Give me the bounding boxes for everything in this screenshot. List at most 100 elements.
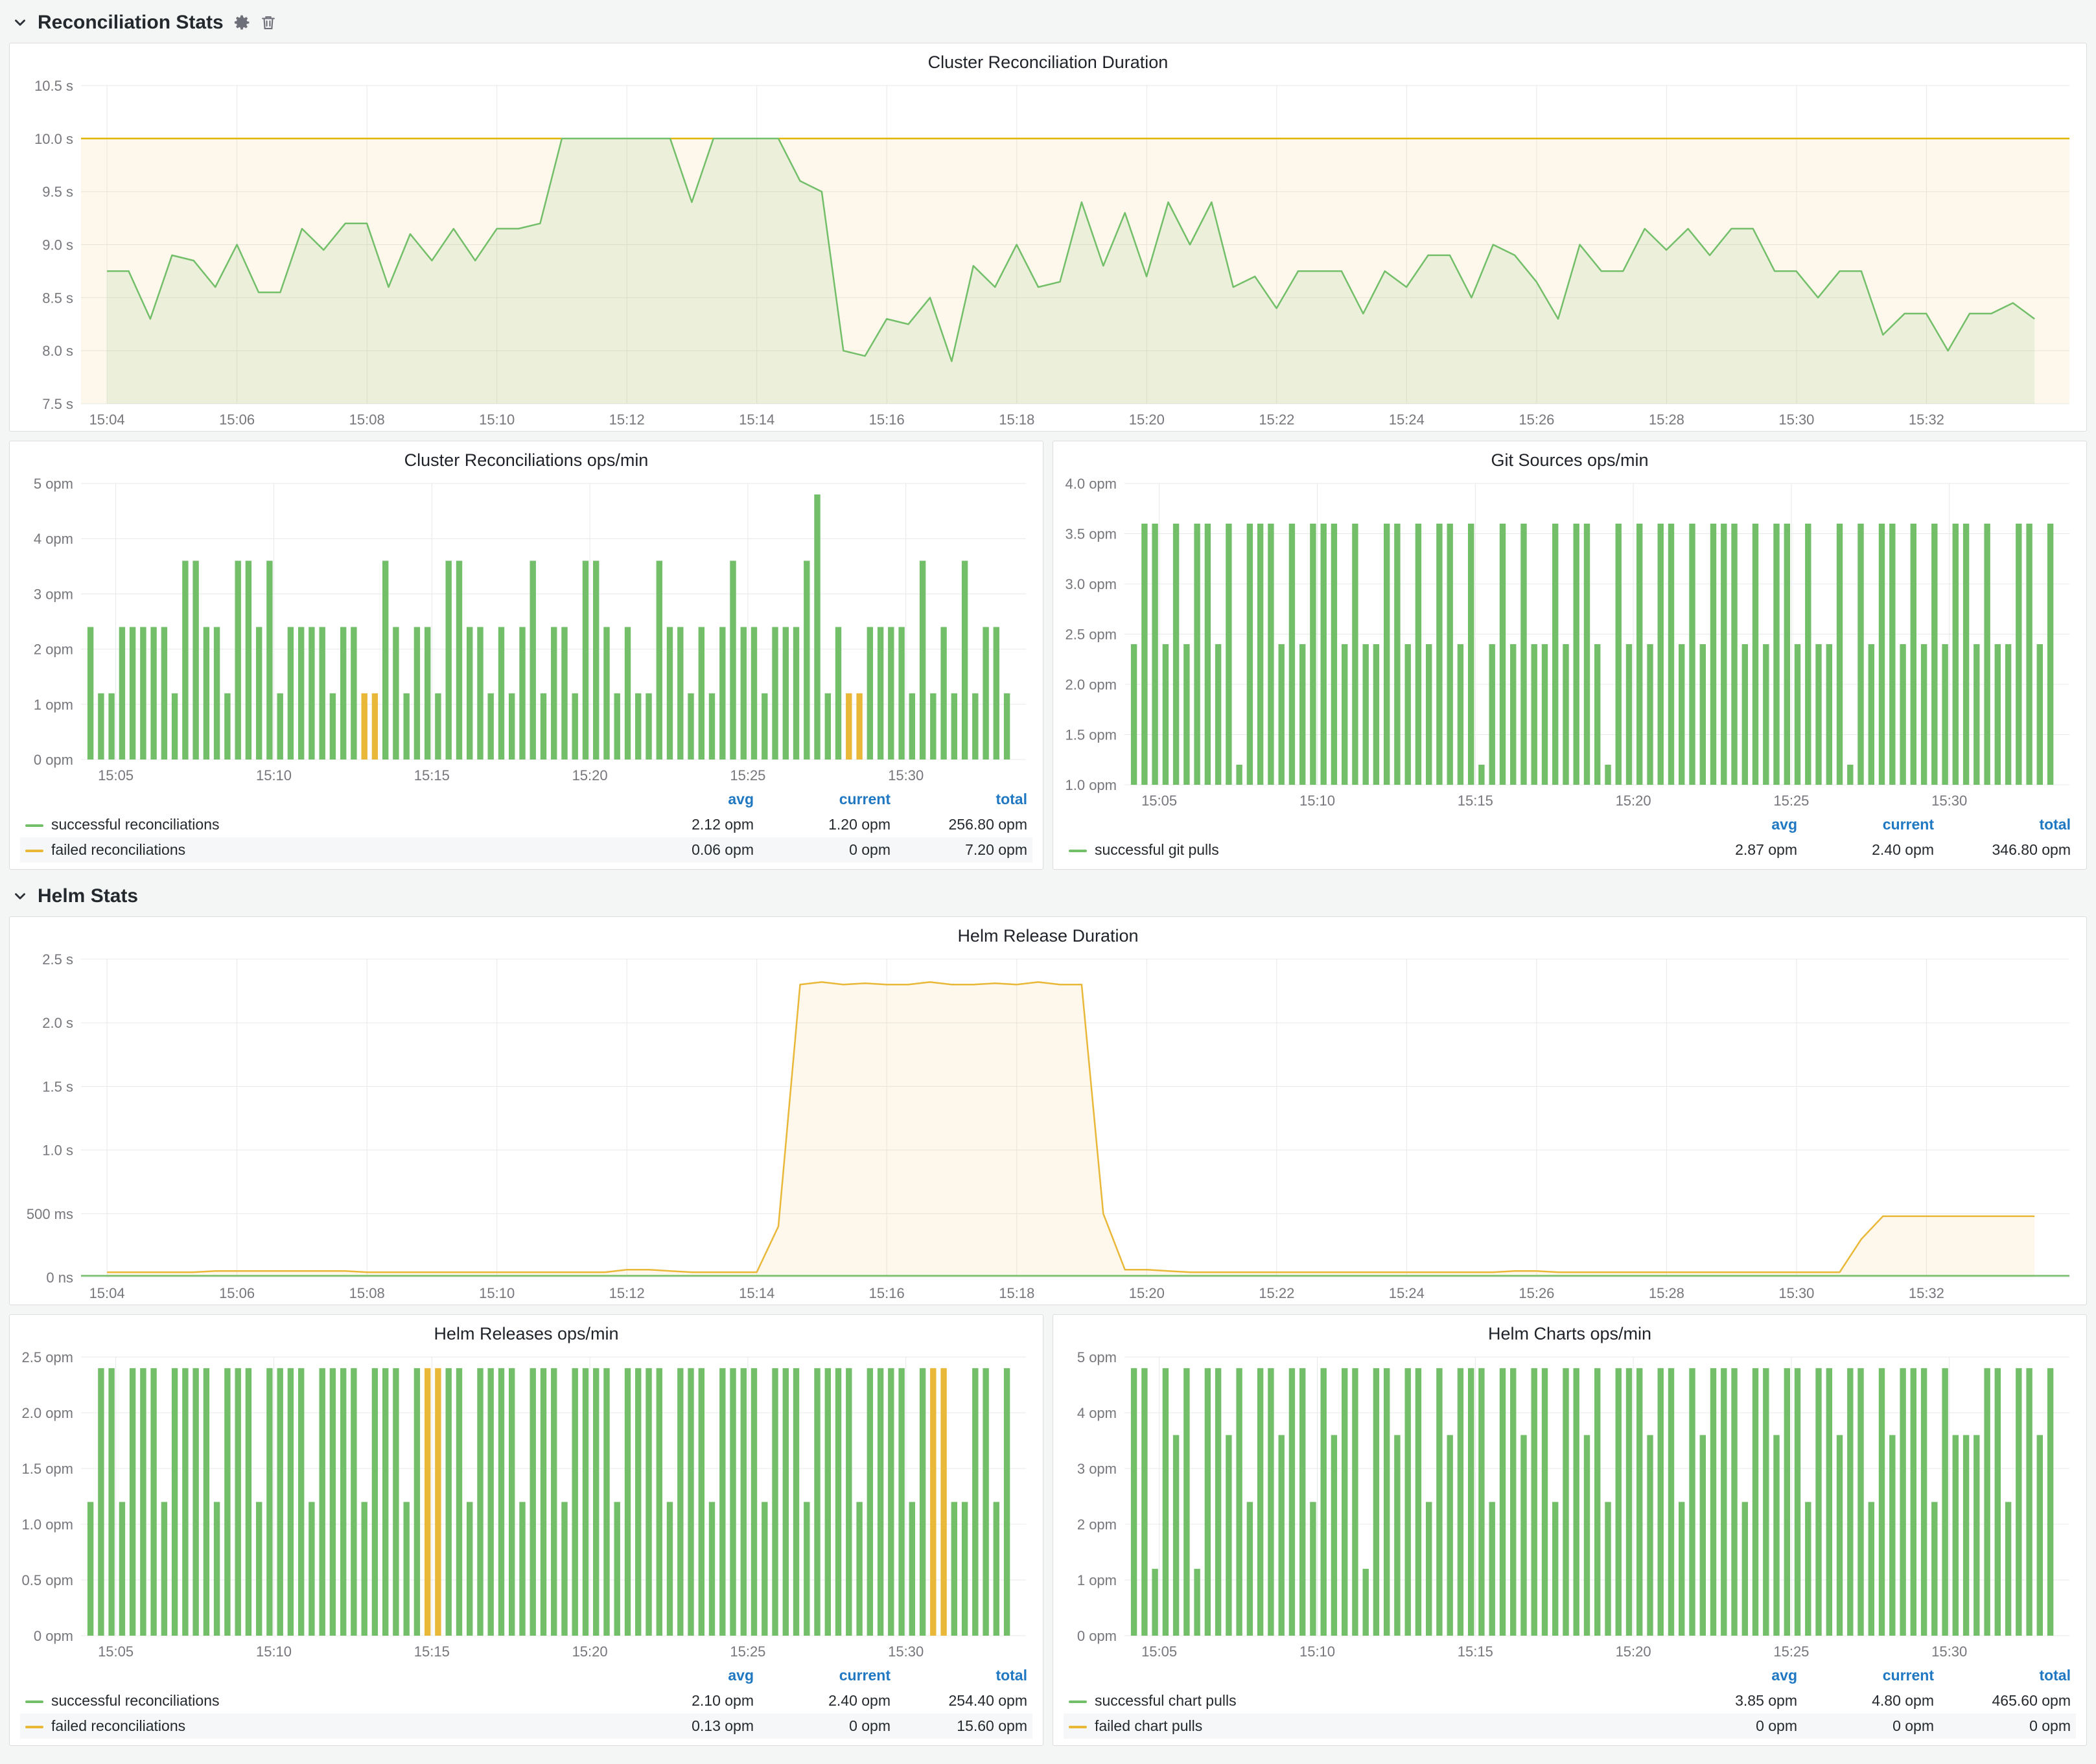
legend-current-value: 1.20 opm [759, 812, 896, 837]
section-title: Helm Stats [38, 885, 138, 907]
svg-text:15:16: 15:16 [869, 1285, 905, 1301]
panel-title[interactable]: Cluster Reconciliation Duration [10, 43, 2086, 74]
legend-sort-total[interactable]: total [896, 1663, 1032, 1688]
legend-header-spacer [1064, 812, 1666, 837]
legend-series-label[interactable]: successful reconciliations [20, 1688, 622, 1713]
svg-text:0 ns: 0 ns [46, 1270, 73, 1286]
svg-text:2 opm: 2 opm [1077, 1516, 1117, 1533]
helm-release-duration-chart[interactable]: 2.5 s2.0 s1.5 s1.0 s500 ms0 ns15:0415:06… [16, 950, 2080, 1305]
legend-sort-avg[interactable]: avg [622, 1663, 759, 1688]
svg-text:15:28: 15:28 [1649, 1285, 1684, 1301]
helm-charts-chart[interactable]: 5 opm4 opm3 opm2 opm1 opm0 opm15:0515:10… [1060, 1348, 2080, 1663]
chevron-down-icon[interactable] [12, 14, 29, 31]
svg-text:3 opm: 3 opm [34, 586, 73, 602]
series-color-dash [25, 1726, 43, 1728]
legend-series-label[interactable]: successful reconciliations [20, 812, 622, 837]
legend-current-value: 4.80 opm [1802, 1688, 1939, 1713]
svg-text:15:10: 15:10 [1299, 793, 1335, 809]
svg-text:15:10: 15:10 [256, 1643, 292, 1660]
git-sources-chart[interactable]: 4.0 opm3.5 opm3.0 opm2.5 opm2.0 opm1.5 o… [1060, 474, 2080, 812]
svg-text:15:04: 15:04 [89, 412, 125, 428]
git-sources-legend: avgcurrenttotalsuccessful git pulls2.87 … [1053, 812, 2086, 869]
legend-row: successful chart pulls3.85 opm4.80 opm46… [1064, 1688, 2076, 1713]
svg-text:1.5 s: 1.5 s [42, 1078, 73, 1095]
legend-sort-avg[interactable]: avg [1666, 812, 1802, 837]
legend-sort-current[interactable]: current [1802, 1663, 1939, 1688]
legend-row: successful reconciliations2.10 opm2.40 o… [20, 1688, 1032, 1713]
section-header-helm-stats[interactable]: Helm Stats [9, 879, 2087, 916]
svg-text:15:08: 15:08 [349, 412, 385, 428]
legend-sort-current[interactable]: current [759, 787, 896, 812]
svg-text:1.0 opm: 1.0 opm [22, 1516, 74, 1533]
panel-helm-releases-opm: Helm Releases ops/min 2.5 opm2.0 opm1.5 … [9, 1314, 1043, 1746]
legend-series-label[interactable]: failed reconciliations [20, 837, 622, 863]
svg-text:1 opm: 1 opm [34, 697, 73, 713]
svg-text:15:20: 15:20 [572, 1643, 608, 1660]
chart-svg: 5 opm4 opm3 opm2 opm1 opm0 opm15:0515:10… [1060, 1348, 2080, 1663]
svg-text:15:08: 15:08 [349, 1285, 385, 1301]
svg-text:0 opm: 0 opm [34, 752, 73, 768]
series-color-dash [1069, 1726, 1087, 1728]
svg-text:15:30: 15:30 [888, 767, 924, 783]
panel-title[interactable]: Helm Charts ops/min [1053, 1315, 2086, 1345]
legend-row: failed reconciliations0.06 opm0 opm7.20 … [20, 837, 1032, 863]
panel-title[interactable]: Cluster Reconciliations ops/min [10, 441, 1043, 472]
svg-text:4.0 opm: 4.0 opm [1065, 476, 1117, 492]
svg-text:15:18: 15:18 [999, 1285, 1034, 1301]
legend-avg-value: 3.85 opm [1666, 1688, 1802, 1713]
chevron-down-icon[interactable] [12, 888, 29, 905]
svg-text:8.5 s: 8.5 s [42, 290, 73, 306]
gear-icon[interactable] [233, 14, 251, 32]
svg-text:15:24: 15:24 [1389, 1285, 1425, 1301]
cluster-reconciliation-duration-chart[interactable]: 10.5 s10.0 s9.5 s9.0 s8.5 s8.0 s7.5 s15:… [16, 76, 2080, 431]
panel-title[interactable]: Helm Releases ops/min [10, 1315, 1043, 1345]
legend-row: failed chart pulls0 opm0 opm0 opm [1064, 1713, 2076, 1739]
svg-text:15:26: 15:26 [1519, 412, 1554, 428]
panel-cluster-reconciliations-opm: Cluster Reconciliations ops/min 5 opm4 o… [9, 441, 1043, 870]
chart-svg: 5 opm4 opm3 opm2 opm1 opm0 opm15:0515:10… [16, 474, 1036, 787]
legend-sort-total[interactable]: total [896, 787, 1032, 812]
legend-sort-total[interactable]: total [1939, 812, 2076, 837]
chart-svg: 2.5 s2.0 s1.5 s1.0 s500 ms0 ns15:0415:06… [16, 950, 2080, 1305]
trash-icon[interactable] [260, 14, 277, 31]
panel-title[interactable]: Git Sources ops/min [1053, 441, 2086, 472]
legend-row: failed reconciliations0.13 opm0 opm15.60… [20, 1713, 1032, 1739]
svg-text:10.0 s: 10.0 s [34, 131, 73, 147]
helm-releases-chart[interactable]: 2.5 opm2.0 opm1.5 opm1.0 opm0.5 opm0 opm… [16, 1348, 1036, 1663]
panel-cluster-reconciliation-duration: Cluster Reconciliation Duration 10.5 s 10… [9, 43, 2087, 432]
svg-text:15:12: 15:12 [609, 412, 645, 428]
legend-sort-avg[interactable]: avg [622, 787, 759, 812]
legend-sort-current[interactable]: current [759, 1663, 896, 1688]
svg-text:1.0 opm: 1.0 opm [1065, 777, 1117, 793]
chart-svg: 10.5 s10.0 s9.5 s9.0 s8.5 s8.0 s7.5 s15:… [16, 76, 2080, 431]
svg-text:15:05: 15:05 [98, 1643, 134, 1660]
legend-avg-value: 0 opm [1666, 1713, 1802, 1739]
legend-series-label[interactable]: failed reconciliations [20, 1713, 622, 1739]
legend-header-spacer [1064, 1663, 1666, 1688]
svg-text:15:05: 15:05 [98, 767, 134, 783]
svg-text:15:30: 15:30 [1931, 1643, 1967, 1660]
legend-table: avgcurrenttotalsuccessful chart pulls3.8… [1064, 1663, 2076, 1739]
legend-sort-current[interactable]: current [1802, 812, 1939, 837]
cluster-reconciliations-chart[interactable]: 5 opm4 opm3 opm2 opm1 opm0 opm15:0515:10… [16, 474, 1036, 787]
legend-table: avgcurrenttotal successful reconciliation… [20, 787, 1032, 863]
svg-text:8.0 s: 8.0 s [42, 343, 73, 359]
section-header-reconciliation-stats[interactable]: Reconciliation Stats [9, 5, 2087, 43]
legend-avg-value: 0.13 opm [622, 1713, 759, 1739]
legend-series-label[interactable]: failed chart pulls [1064, 1713, 1666, 1739]
dashboard: Reconciliation Stats Cluster Reconciliat… [0, 0, 2096, 1764]
legend-current-value: 2.40 opm [1802, 837, 1939, 863]
svg-text:15:15: 15:15 [414, 767, 450, 783]
svg-text:10.5 s: 10.5 s [34, 78, 73, 94]
svg-text:15:25: 15:25 [730, 767, 765, 783]
helm-releases-legend: avgcurrenttotalsuccessful reconciliation… [10, 1663, 1043, 1745]
legend-sort-avg[interactable]: avg [1666, 1663, 1802, 1688]
legend-total-value: 465.60 opm [1939, 1688, 2076, 1713]
svg-text:1 opm: 1 opm [1077, 1572, 1117, 1588]
svg-text:2.5 s: 2.5 s [42, 951, 73, 968]
legend-series-label[interactable]: successful git pulls [1064, 837, 1666, 863]
legend-sort-total[interactable]: total [1939, 1663, 2076, 1688]
panel-title[interactable]: Helm Release Duration [10, 917, 2086, 947]
legend-series-label[interactable]: successful chart pulls [1064, 1688, 1666, 1713]
svg-text:15:30: 15:30 [888, 1643, 924, 1660]
